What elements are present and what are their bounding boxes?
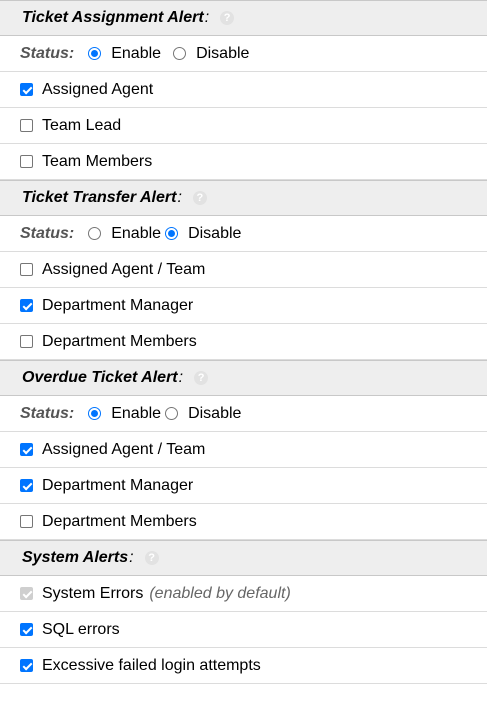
assigned-agent-checkbox[interactable] xyxy=(20,83,33,96)
disable-radio-label[interactable]: Disable xyxy=(196,45,249,63)
section-title: Ticket Transfer Alert xyxy=(22,189,177,206)
disable-radio[interactable] xyxy=(165,227,179,240)
enable-radio-label[interactable]: Enable xyxy=(111,225,161,243)
status-row: Status: Enable Disable xyxy=(0,396,487,432)
disable-radio-option[interactable]: Disable xyxy=(165,225,253,243)
checkbox-row[interactable]: Assigned Agent / Team xyxy=(0,432,487,468)
checkbox-label[interactable]: Excessive failed login attempts xyxy=(42,657,261,675)
enable-radio-label[interactable]: Enable xyxy=(111,45,161,63)
status-label: Status: xyxy=(20,44,75,62)
section-header-overdue-ticket: Overdue Ticket Alert: ? xyxy=(0,360,487,396)
section-title: Ticket Assignment Alert xyxy=(22,9,204,26)
enable-radio-option[interactable]: Enable xyxy=(88,405,165,423)
section-title-colon: : xyxy=(204,9,210,26)
section-header-system-alerts: System Alerts: ? xyxy=(0,540,487,576)
enable-radio[interactable] xyxy=(88,47,102,60)
department-manager-checkbox[interactable] xyxy=(20,479,33,492)
section-title-colon: : xyxy=(178,369,184,386)
checkbox-row[interactable]: Team Members xyxy=(0,144,487,180)
disable-radio[interactable] xyxy=(165,407,179,420)
team-lead-checkbox[interactable] xyxy=(20,119,33,132)
checkbox-label[interactable]: Department Members xyxy=(42,333,197,351)
alerts-settings-panel: Ticket Assignment Alert: ? Status: Enabl… xyxy=(0,0,487,684)
checkbox-row[interactable]: Department Members xyxy=(0,504,487,540)
section-title: Overdue Ticket Alert xyxy=(22,369,178,386)
department-manager-checkbox[interactable] xyxy=(20,299,33,312)
checkbox-label[interactable]: Assigned Agent / Team xyxy=(42,261,205,279)
disable-radio-option[interactable]: Disable xyxy=(173,45,261,63)
checkbox-row[interactable]: Department Members xyxy=(0,324,487,360)
help-icon[interactable]: ? xyxy=(192,191,207,205)
enable-radio[interactable] xyxy=(88,407,102,420)
help-icon[interactable]: ? xyxy=(220,11,235,25)
checkbox-label[interactable]: Department Members xyxy=(42,513,197,531)
status-label: Status: xyxy=(20,224,75,242)
checkbox-label[interactable]: Assigned Agent / Team xyxy=(42,441,205,459)
disable-radio-label[interactable]: Disable xyxy=(188,225,241,243)
section-title-colon: : xyxy=(129,549,134,566)
section-header-ticket-assignment: Ticket Assignment Alert: ? xyxy=(0,0,487,36)
checkbox-label[interactable]: Department Manager xyxy=(42,477,193,495)
checkbox-row[interactable]: Assigned Agent xyxy=(0,72,487,108)
status-label: Status: xyxy=(20,404,75,422)
checkbox-row: System Errors (enabled by default) xyxy=(0,576,487,612)
section-title: System Alerts xyxy=(22,549,129,566)
enable-radio-option[interactable]: Enable xyxy=(88,225,165,243)
help-icon[interactable]: ? xyxy=(144,551,159,565)
checkbox-row[interactable]: Excessive failed login attempts xyxy=(0,648,487,684)
system-errors-checkbox xyxy=(20,587,33,600)
checkbox-label[interactable]: Team Lead xyxy=(42,117,121,135)
disable-radio-label[interactable]: Disable xyxy=(188,405,241,423)
checkbox-row[interactable]: SQL errors xyxy=(0,612,487,648)
help-icon[interactable]: ? xyxy=(194,371,209,385)
enable-radio-option[interactable]: Enable xyxy=(88,45,173,63)
section-title-colon: : xyxy=(177,189,182,206)
checkbox-label[interactable]: Assigned Agent xyxy=(42,81,153,99)
status-row: Status: Enable Disable xyxy=(0,36,487,72)
status-row: Status: Enable Disable xyxy=(0,216,487,252)
team-members-checkbox[interactable] xyxy=(20,155,33,168)
checkbox-row[interactable]: Assigned Agent / Team xyxy=(0,252,487,288)
department-members-checkbox[interactable] xyxy=(20,515,33,528)
checkbox-label[interactable]: SQL errors xyxy=(42,621,120,639)
enable-radio[interactable] xyxy=(88,227,102,240)
checkbox-label[interactable]: Team Members xyxy=(42,153,152,171)
default-note: (enabled by default) xyxy=(149,584,291,602)
enable-radio-label[interactable]: Enable xyxy=(111,405,161,423)
checkbox-row[interactable]: Department Manager xyxy=(0,468,487,504)
assigned-agent-team-checkbox[interactable] xyxy=(20,443,33,456)
assigned-agent-team-checkbox[interactable] xyxy=(20,263,33,276)
disable-radio[interactable] xyxy=(173,47,187,60)
disable-radio-option[interactable]: Disable xyxy=(165,405,253,423)
department-members-checkbox[interactable] xyxy=(20,335,33,348)
sql-errors-checkbox[interactable] xyxy=(20,623,33,636)
failed-login-checkbox[interactable] xyxy=(20,659,33,672)
checkbox-row[interactable]: Department Manager xyxy=(0,288,487,324)
checkbox-row[interactable]: Team Lead xyxy=(0,108,487,144)
checkbox-label: System Errors xyxy=(42,584,144,602)
checkbox-label[interactable]: Department Manager xyxy=(42,297,193,315)
section-header-ticket-transfer: Ticket Transfer Alert: ? xyxy=(0,180,487,216)
